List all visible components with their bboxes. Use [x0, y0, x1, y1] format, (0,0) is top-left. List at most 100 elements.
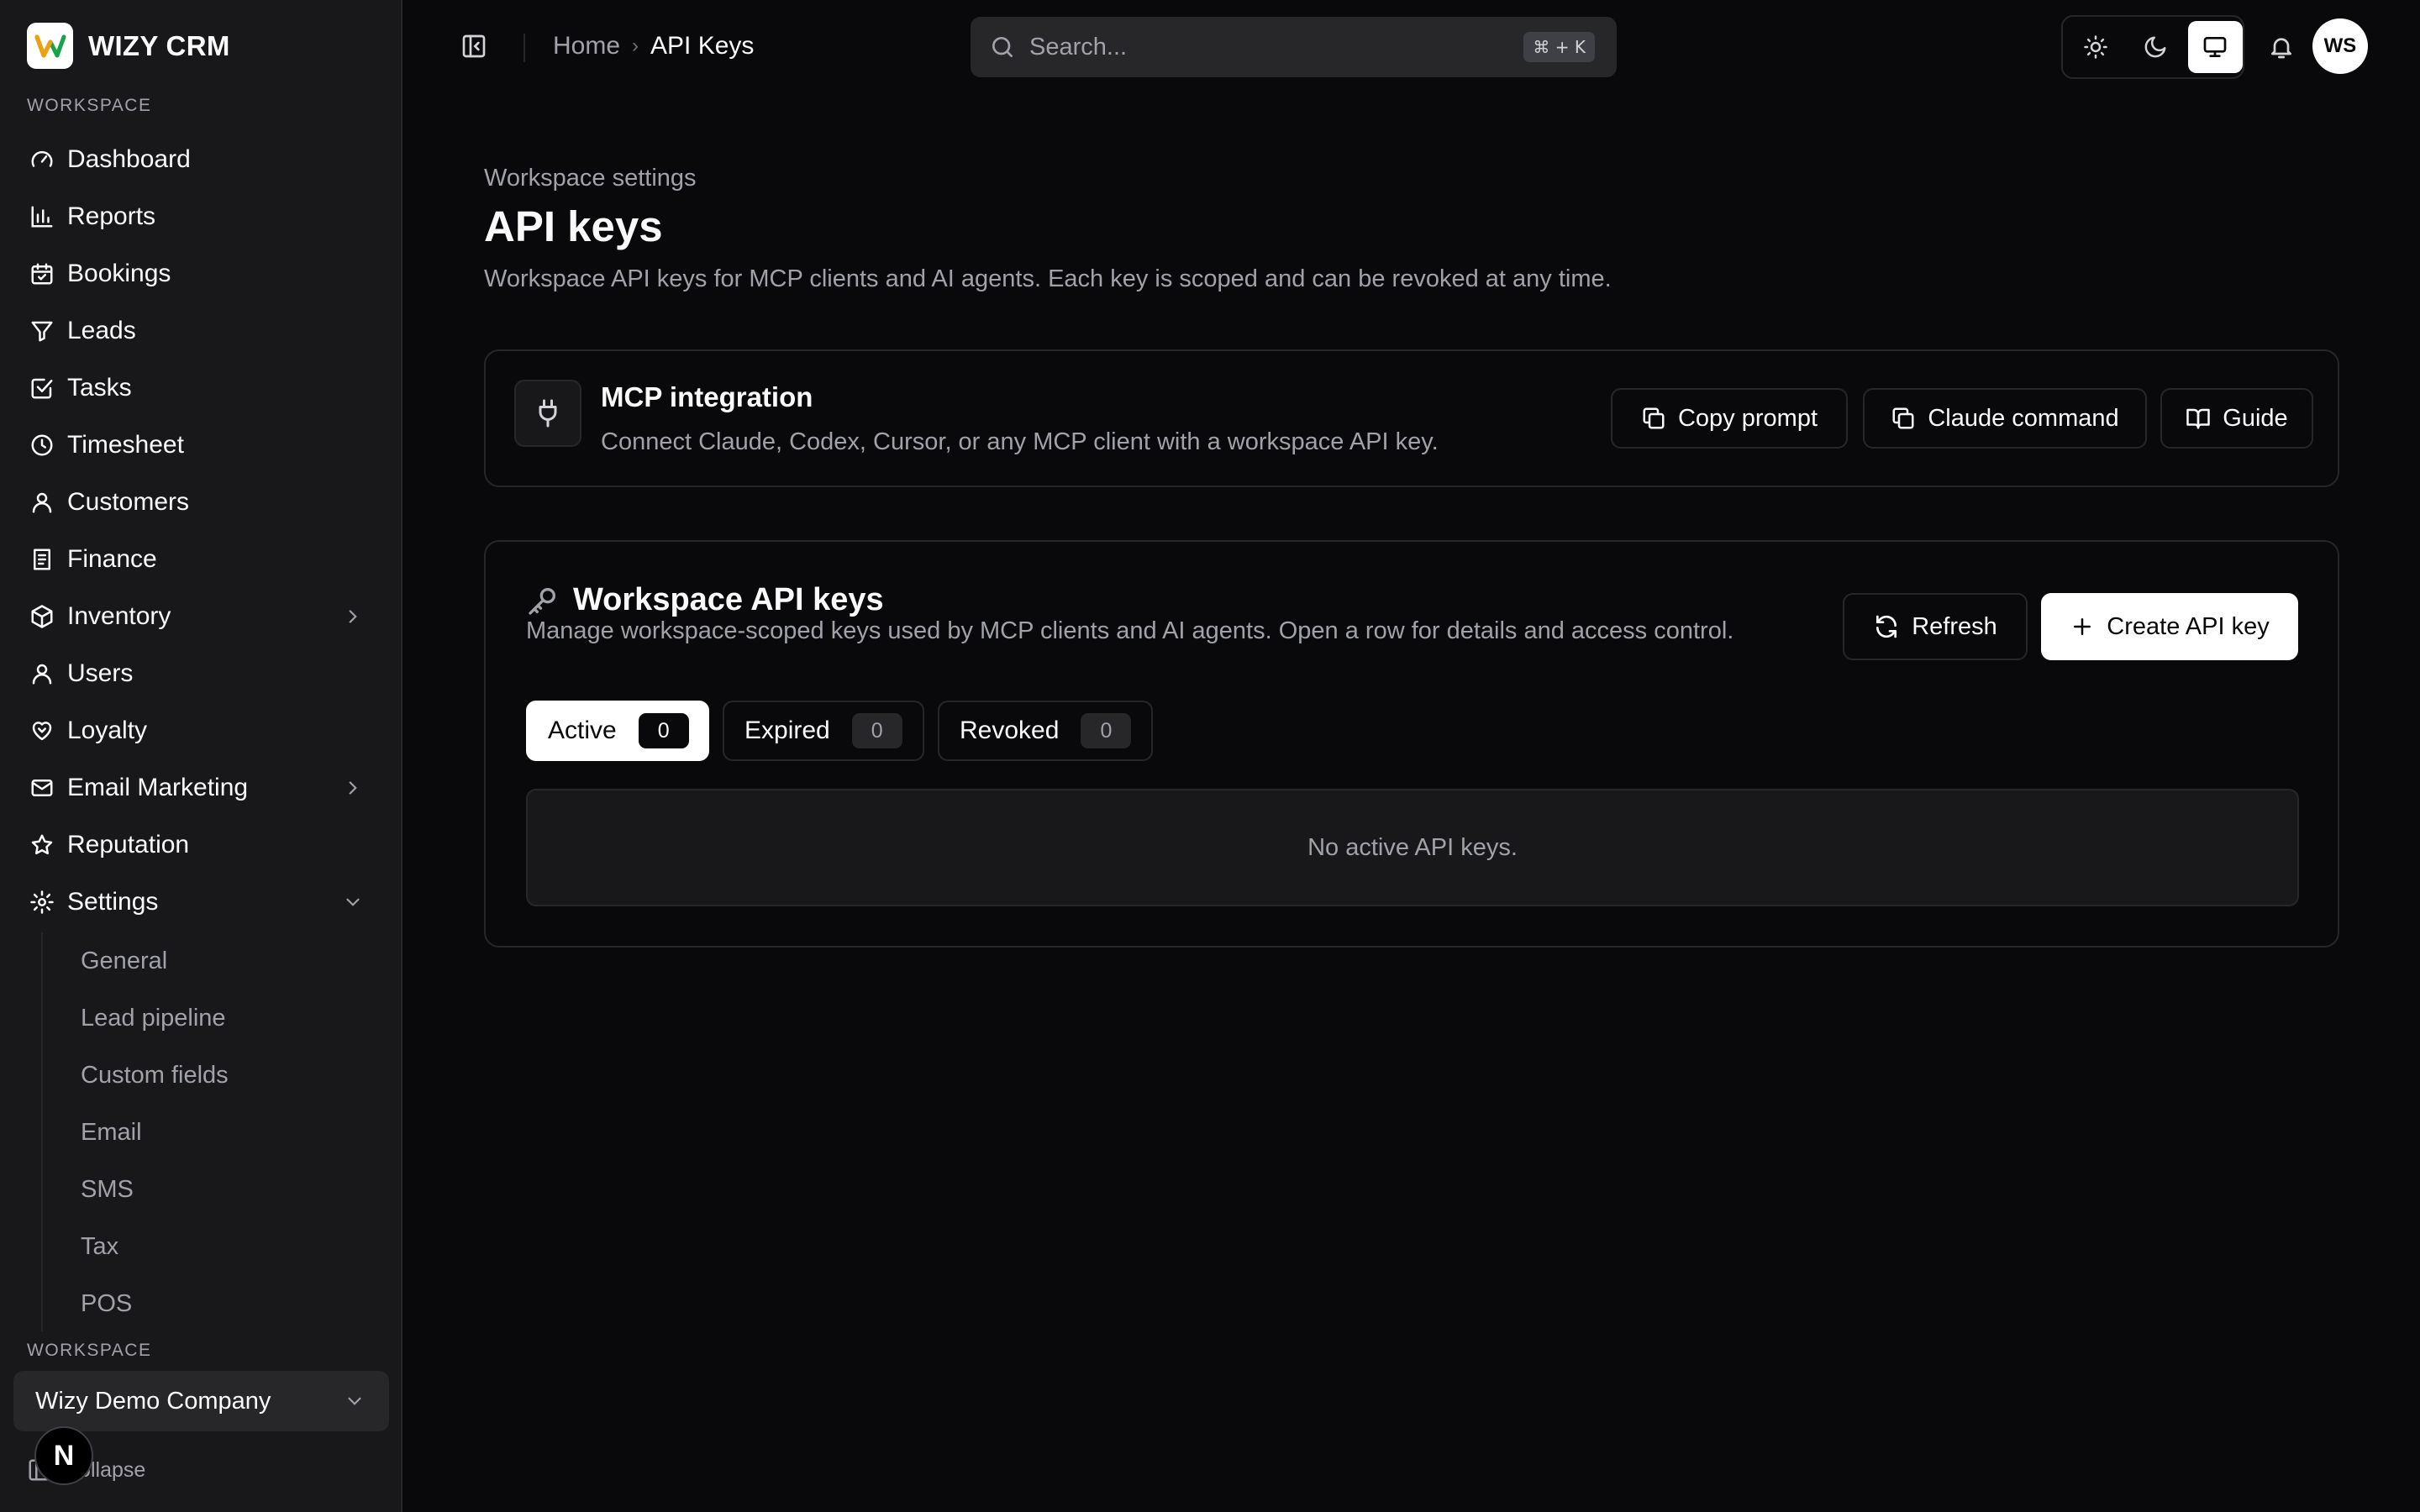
bar-chart-icon: [27, 202, 57, 232]
sun-icon: [2083, 34, 2108, 60]
section-label-workspace-switcher: WORKSPACE: [27, 1341, 152, 1360]
sidebar: WIZY CRM WORKSPACE Dashboard Reports Boo…: [0, 0, 402, 1512]
breadcrumb-home-link[interactable]: Home: [553, 32, 620, 60]
claude-command-button[interactable]: Claude command: [1863, 388, 2147, 449]
sidebar-item-dashboard[interactable]: Dashboard: [13, 131, 389, 188]
keys-description: Manage workspace-scoped keys used by MCP…: [526, 617, 1734, 644]
sidebar-subitem-lead-pipeline[interactable]: Lead pipeline: [43, 990, 389, 1047]
copy-prompt-button[interactable]: Copy prompt: [1611, 388, 1848, 449]
topbar-divider: [523, 34, 525, 62]
sidebar-subitem-tax[interactable]: Tax: [43, 1218, 389, 1275]
plug-icon: [514, 380, 581, 447]
calendar-check-icon: [27, 259, 57, 289]
refresh-icon: [1873, 613, 1900, 640]
workspace-switcher[interactable]: Wizy Demo Company: [13, 1371, 389, 1431]
sidebar-item-label: Reports: [67, 202, 156, 230]
sidebar-item-label: Timesheet: [67, 431, 184, 459]
theme-dark-button[interactable]: [2128, 21, 2182, 73]
create-api-key-button[interactable]: Create API key: [2041, 593, 2298, 660]
sidebar-item-label: Leads: [67, 317, 136, 344]
chevron-down-icon: [342, 891, 364, 913]
sidebar-item-loyalty[interactable]: Loyalty: [13, 702, 389, 759]
settings-subnav: General Lead pipeline Custom fields Emai…: [41, 932, 389, 1331]
tab-count-badge: 0: [638, 713, 689, 748]
sidebar-item-label: Finance: [67, 545, 157, 573]
sidebar-subitem-custom-fields[interactable]: Custom fields: [43, 1047, 389, 1104]
sidebar-item-label: Reputation: [67, 831, 190, 858]
notifications-button[interactable]: [2265, 30, 2298, 64]
book-open-icon: [2186, 406, 2211, 431]
search-icon: [989, 34, 1016, 60]
tab-label: Revoked: [960, 717, 1060, 744]
sidebar-item-bookings[interactable]: Bookings: [13, 245, 389, 302]
sidebar-item-settings[interactable]: Settings: [13, 874, 389, 931]
chevron-right-icon: [342, 777, 364, 799]
sidebar-subitem-pos[interactable]: POS: [43, 1275, 389, 1332]
tab-active[interactable]: Active 0: [526, 701, 709, 761]
create-api-key-label: Create API key: [2107, 612, 2270, 640]
guide-label: Guide: [2223, 404, 2288, 432]
sidebar-nav: Dashboard Reports Bookings Leads Tasks T…: [13, 131, 389, 931]
tab-revoked[interactable]: Revoked 0: [938, 701, 1153, 761]
heart-handshake-icon: [27, 716, 57, 746]
sidebar-toggle-button[interactable]: [460, 32, 488, 60]
sidebar-item-reports[interactable]: Reports: [13, 188, 389, 245]
sidebar-subitem-general[interactable]: General: [43, 932, 389, 990]
search-input[interactable]: [1029, 33, 1500, 61]
tab-expired[interactable]: Expired 0: [723, 701, 924, 761]
empty-state: No active API keys.: [526, 789, 2299, 906]
sidebar-item-label: Tasks: [67, 374, 132, 402]
page-title: API keys: [484, 202, 663, 250]
star-icon: [27, 830, 57, 860]
section-label-workspace: WORKSPACE: [27, 96, 152, 115]
sidebar-item-label: Dashboard: [67, 145, 191, 173]
dev-tools-badge[interactable]: N: [34, 1426, 93, 1485]
copy-prompt-label: Copy prompt: [1677, 404, 1818, 432]
mail-icon: [27, 773, 57, 803]
guide-button[interactable]: Guide: [2160, 388, 2313, 449]
brand-name: WIZY CRM: [88, 29, 230, 61]
page-eyebrow: Workspace settings: [484, 165, 697, 192]
breadcrumb-separator: ›: [632, 34, 639, 57]
sidebar-item-timesheet[interactable]: Timesheet: [13, 417, 389, 474]
funnel-icon: [27, 316, 57, 346]
keys-status-tabs: Active 0 Expired 0 Revoked 0: [526, 701, 1153, 761]
gauge-icon: [27, 144, 57, 175]
search-shortcut-hint: ⌘ + K: [1523, 32, 1595, 62]
sidebar-item-inventory[interactable]: Inventory: [13, 588, 389, 645]
sidebar-item-label: Inventory: [67, 602, 171, 630]
tab-label: Expired: [744, 717, 830, 744]
search-bar[interactable]: ⌘ + K: [971, 17, 1617, 77]
workspace-api-keys-card: Workspace API keys Manage workspace-scop…: [484, 540, 2339, 948]
refresh-button[interactable]: Refresh: [1843, 593, 2028, 660]
sidebar-item-customers[interactable]: Customers: [13, 474, 389, 531]
sidebar-item-label: Customers: [67, 488, 190, 516]
sidebar-subitem-sms[interactable]: SMS: [43, 1161, 389, 1218]
sidebar-subitem-email[interactable]: Email: [43, 1104, 389, 1161]
breadcrumb: Home › API Keys: [553, 32, 754, 60]
clock-icon: [27, 430, 57, 460]
sidebar-item-finance[interactable]: Finance: [13, 531, 389, 588]
receipt-icon: [27, 544, 57, 575]
mcp-title: MCP integration: [601, 381, 813, 412]
key-icon: [526, 584, 560, 617]
theme-switcher: [2061, 15, 2244, 79]
sidebar-item-email-marketing[interactable]: Email Marketing: [13, 759, 389, 816]
mcp-description: Connect Claude, Codex, Cursor, or any MC…: [601, 428, 1439, 455]
sidebar-item-users[interactable]: Users: [13, 645, 389, 702]
sidebar-item-leads[interactable]: Leads: [13, 302, 389, 360]
sidebar-item-reputation[interactable]: Reputation: [13, 816, 389, 874]
sidebar-item-tasks[interactable]: Tasks: [13, 360, 389, 417]
brand[interactable]: WIZY CRM: [27, 23, 230, 69]
tab-label: Active: [548, 717, 617, 744]
topbar: Home › API Keys ⌘ + K WS: [404, 0, 2420, 94]
sidebar-item-label: Email Marketing: [67, 774, 249, 801]
workspace-name: Wizy Demo Company: [35, 1387, 271, 1415]
sidebar-toggle-icon: [460, 33, 487, 60]
keys-title: Workspace API keys: [573, 582, 884, 617]
claude-command-label: Claude command: [1928, 404, 2119, 432]
theme-light-button[interactable]: [2068, 21, 2123, 73]
avatar[interactable]: WS: [2312, 18, 2368, 74]
theme-system-button[interactable]: [2187, 21, 2243, 73]
tab-count-badge: 0: [1081, 713, 1132, 748]
